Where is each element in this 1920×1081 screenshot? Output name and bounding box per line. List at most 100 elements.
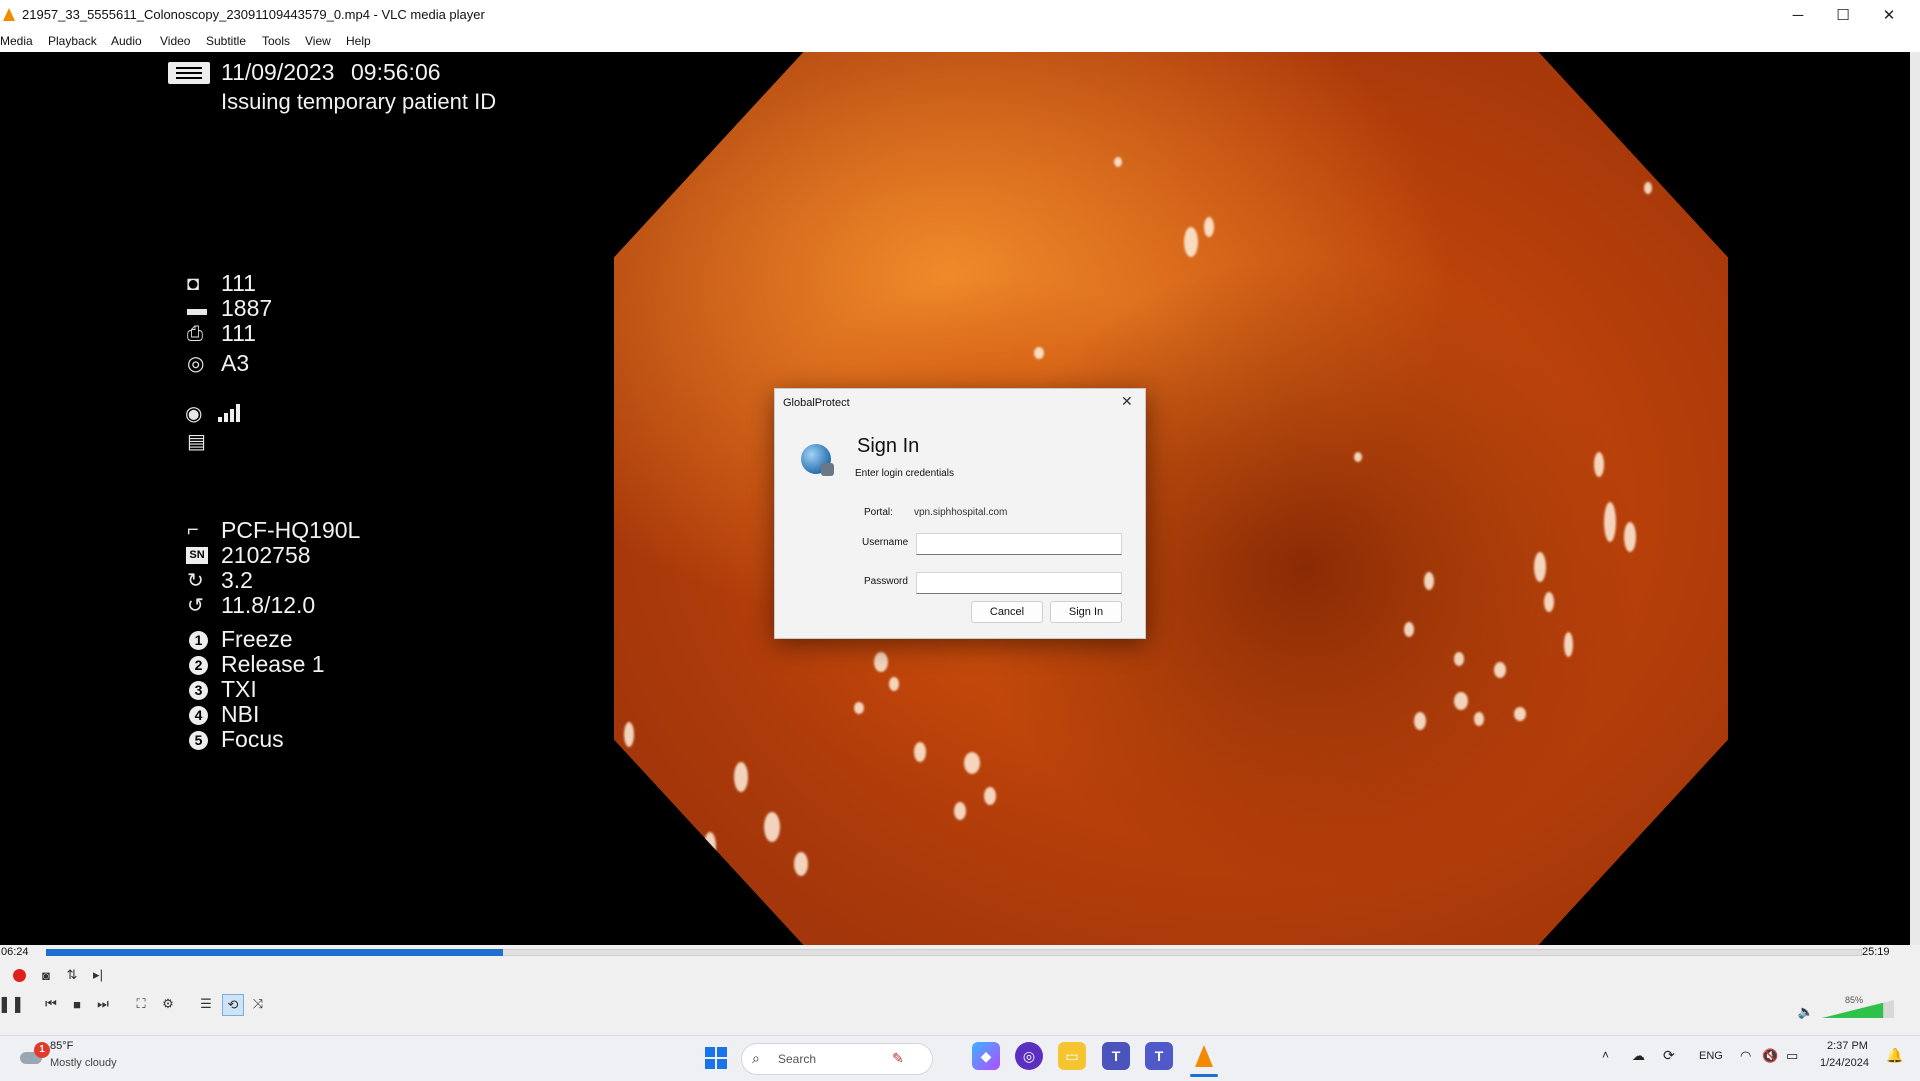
vlc-taskbar-icon[interactable] [1190, 1042, 1218, 1070]
player-controls [0, 945, 1920, 1035]
loop-button[interactable]: ⟲ [222, 994, 244, 1016]
menu-audio[interactable]: Audio [111, 34, 142, 48]
teams-icon[interactable]: T [1102, 1042, 1130, 1070]
pause-button[interactable]: ❚❚ [0, 994, 24, 1014]
readout-battery: 1887 [221, 295, 273, 321]
weather-badge: 1 [34, 1042, 50, 1058]
cancel-button[interactable]: Cancel [971, 601, 1043, 623]
notifications-icon[interactable]: 🔔 [1886, 1047, 1903, 1064]
clock-date[interactable]: 1/24/2024 [1820, 1057, 1869, 1069]
menu-help[interactable]: Help [346, 34, 371, 48]
wifi-icon[interactable]: ◠ [1740, 1048, 1751, 1064]
clock-time[interactable]: 2:37 PM [1827, 1040, 1868, 1052]
volume-label: 85% [1845, 995, 1864, 1005]
readout-aperture: A3 [221, 350, 250, 376]
dialog-subheading: Enter login credentials [855, 468, 954, 479]
menu-tools[interactable]: Tools [262, 34, 290, 48]
battery-tray-icon[interactable]: ▭ [1786, 1048, 1798, 1064]
username-label: Username [862, 537, 909, 548]
window-edge [1910, 52, 1920, 945]
portal-value: vpn.siphhospital.com [914, 507, 1008, 518]
button-number-1: 1 [189, 631, 208, 650]
taskbar-search[interactable]: ⌕ Search ✎ [741, 1043, 933, 1075]
weather-temp: 85°F [50, 1040, 74, 1052]
menu-hamburger-icon [168, 62, 210, 84]
previous-button[interactable]: ⏮ [41, 994, 61, 1014]
onedrive-icon[interactable]: ☁ [1632, 1048, 1645, 1064]
maximize-button[interactable]: ☐ [1820, 0, 1866, 30]
total-time: 25:19 [1862, 946, 1890, 958]
battery-icon: ▬ [187, 298, 207, 320]
teams-work-icon[interactable]: T [1145, 1042, 1173, 1070]
password-input[interactable] [916, 572, 1122, 594]
signal-bars-icon [218, 404, 240, 422]
snapshot-button[interactable]: ◙ [36, 965, 56, 985]
file-explorer-icon[interactable]: ▭ [1058, 1042, 1086, 1070]
signal-eye-icon: ◉ [185, 403, 203, 425]
sign-in-button[interactable]: Sign In [1050, 601, 1122, 623]
tray-overflow-icon[interactable]: ˄ [1602, 1048, 1609, 1062]
dialog-title: GlobalProtect [783, 397, 850, 409]
sync-icon[interactable]: ⟳ [1663, 1047, 1675, 1064]
seek-progress [46, 949, 504, 956]
volume-muted-icon[interactable]: 🔇 [1762, 1048, 1778, 1064]
button-label-txi: TXI [221, 676, 257, 702]
language-indicator[interactable]: ENG [1699, 1050, 1723, 1062]
ratio-a: 3.2 [221, 567, 253, 593]
close-button[interactable]: ✕ [1866, 0, 1912, 30]
elapsed-time: 06:24 [1, 946, 29, 958]
app-purple-icon[interactable]: ◎ [1015, 1042, 1043, 1070]
active-app-indicator [1190, 1074, 1218, 1077]
search-highlight-icon: ✎ [892, 1050, 904, 1066]
extended-settings-button[interactable]: ⚙ [158, 994, 178, 1014]
portal-label: Portal: [864, 507, 893, 518]
aperture-icon: ◎ [187, 353, 205, 375]
refresh-icon: ↺ [187, 595, 204, 617]
weather-cloud-icon[interactable]: 1 [18, 1042, 50, 1069]
globalprotect-dialog: GlobalProtect ✕ Sign In Enter login cred… [774, 388, 1146, 639]
camera-icon: ◘ [187, 273, 200, 295]
weather-condition: Mostly cloudy [50, 1057, 117, 1069]
windows-start-icon[interactable] [705, 1047, 727, 1069]
username-input[interactable] [916, 533, 1122, 555]
loop-ab-button[interactable]: ⇅ [62, 965, 82, 985]
menu-subtitle[interactable]: Subtitle [206, 34, 246, 48]
title-bar: 21957_33_5555611_Colonoscopy_23091109443… [0, 0, 1920, 30]
overlay-status: Issuing temporary patient ID [221, 89, 497, 114]
fullscreen-button[interactable]: ⛶ [131, 994, 151, 1014]
overlay-date: 11/09/2023 [221, 59, 335, 85]
serial-number: 2102758 [221, 542, 311, 568]
globe-shield-icon [801, 444, 834, 476]
button-number-5: 5 [189, 731, 208, 750]
search-placeholder: Search [778, 1052, 817, 1066]
button-label-focus: Focus [221, 726, 284, 752]
menu-playback[interactable]: Playback [48, 34, 97, 48]
button-label-release: Release 1 [221, 651, 325, 677]
window-title: 21957_33_5555611_Colonoscopy_23091109443… [22, 7, 485, 22]
shuffle-button[interactable]: ⤨ [248, 994, 268, 1014]
readout-cvp: 111 [221, 320, 256, 346]
cycle-icon: ↻ [187, 570, 204, 592]
menu-view[interactable]: View [305, 34, 331, 48]
password-label: Password [864, 576, 908, 587]
search-icon: ⌕ [752, 1050, 760, 1066]
scope-icon: ⌐ [187, 519, 199, 541]
stop-button[interactable]: ■ [67, 994, 87, 1014]
menu-media[interactable]: Media [0, 34, 33, 48]
button-label-nbi: NBI [221, 701, 260, 727]
next-button[interactable]: ⏭ [93, 994, 113, 1014]
record-button[interactable] [9, 965, 29, 985]
menu-video[interactable]: Video [160, 34, 190, 48]
frame-step-button[interactable]: ▸| [88, 965, 108, 985]
playlist-button[interactable]: ☰ [196, 994, 216, 1014]
scope-model: PCF-HQ190L [221, 517, 361, 543]
button-number-2: 2 [189, 656, 208, 675]
minimize-button[interactable]: ─ [1775, 0, 1821, 30]
comment-icon: ▤ [187, 431, 206, 453]
readout-camera: 111 [221, 270, 256, 296]
button-number-4: 4 [189, 706, 208, 725]
dialog-close-icon[interactable]: ✕ [1121, 393, 1133, 410]
copilot-icon[interactable]: ◆ [972, 1042, 1000, 1070]
speaker-icon[interactable]: 🔈 [1796, 1002, 1816, 1022]
menu-bar: Media Playback Audio Video Subtitle Tool… [0, 30, 1920, 53]
